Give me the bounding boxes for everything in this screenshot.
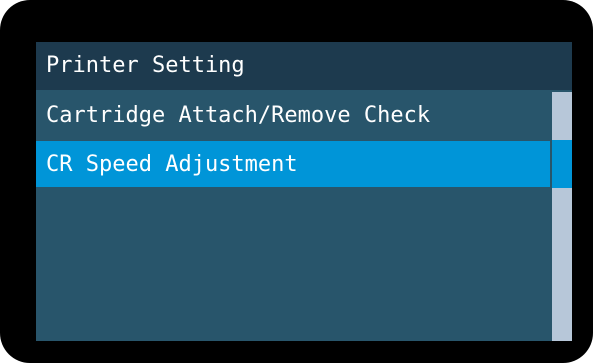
screen-title: Printer Setting [46, 53, 245, 78]
title-bar: Printer Setting [36, 42, 572, 90]
menu-item-cr-speed-adjustment[interactable]: CR Speed Adjustment [36, 141, 550, 187]
device-bezel: Printer Setting Cartridge Attach/Remove … [0, 0, 593, 363]
menu-item-cartridge-attach-remove-check[interactable]: Cartridge Attach/Remove Check [36, 92, 550, 138]
scrollbar-selection-marker [552, 140, 572, 188]
menu-list: Cartridge Attach/Remove Check CR Speed A… [36, 92, 550, 341]
menu-item-label: CR Speed Adjustment [46, 152, 298, 177]
scrollbar-track[interactable] [552, 92, 572, 341]
menu-item-label: Cartridge Attach/Remove Check [46, 103, 431, 128]
lcd-screen: Printer Setting Cartridge Attach/Remove … [36, 42, 572, 341]
